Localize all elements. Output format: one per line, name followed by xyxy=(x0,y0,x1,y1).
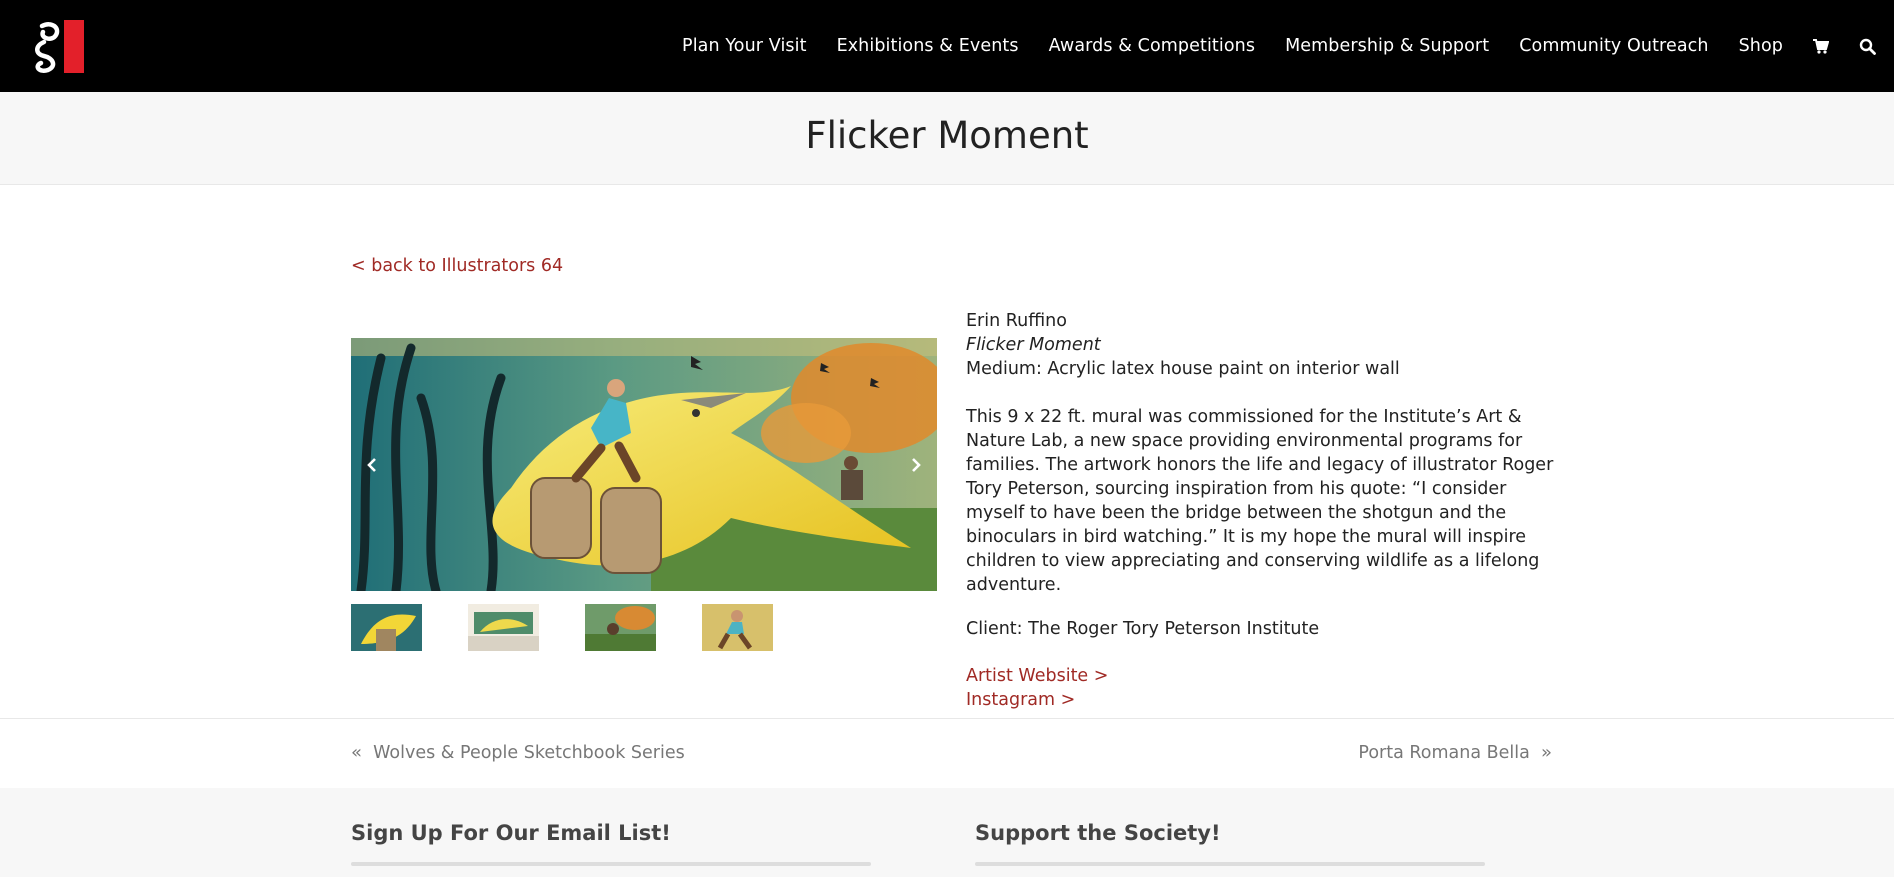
chevron-left-icon xyxy=(367,458,376,472)
society-logo[interactable] xyxy=(30,18,88,75)
instagram-link[interactable]: Instagram > xyxy=(966,690,1075,710)
back-link[interactable]: < back to Illustrators 64 xyxy=(351,256,563,276)
artwork-title: Flicker Moment xyxy=(966,335,1101,355)
email-list-heading: Sign Up For Our Email List! xyxy=(351,821,671,845)
next-post-label: Porta Romana Bella xyxy=(1358,742,1530,763)
artist-name: Erin Ruffino xyxy=(966,311,1067,331)
thumbnail-strip xyxy=(351,604,819,651)
nav-item-shop[interactable]: Shop xyxy=(1739,36,1783,56)
post-navigation: « Wolves & People Sketchbook Series Port… xyxy=(0,718,1894,789)
thumbnail-3[interactable] xyxy=(585,604,656,651)
artwork-description: This 9 x 22 ft. mural was commissioned f… xyxy=(966,407,1554,595)
thumbnail-4[interactable] xyxy=(702,604,773,651)
thumbnail-1[interactable] xyxy=(351,604,422,651)
footer-text-cutoff xyxy=(351,862,871,866)
search-icon[interactable] xyxy=(1859,38,1876,55)
next-post-link[interactable]: Porta Romana Bella » xyxy=(1358,742,1552,763)
site-footer: Sign Up For Our Email List! Support the … xyxy=(0,788,1894,877)
artwork-client: Client: The Roger Tory Peterson Institut… xyxy=(966,619,1320,639)
thumbnail-2[interactable] xyxy=(468,604,539,651)
artwork-slider[interactable] xyxy=(351,338,937,591)
artwork-medium: Medium: Acrylic latex house paint on int… xyxy=(966,359,1400,379)
main-nav: Plan Your Visit Exhibitions & Events Awa… xyxy=(682,0,1894,92)
chevron-right-icon xyxy=(912,458,921,472)
nav-item-awards-competitions[interactable]: Awards & Competitions xyxy=(1049,36,1256,56)
artwork-image xyxy=(351,338,937,591)
slider-next-arrow[interactable] xyxy=(899,448,933,482)
page-title-bar: Flicker Moment xyxy=(0,92,1894,185)
artist-website-link[interactable]: Artist Website > xyxy=(966,666,1108,686)
double-chevron-left-icon: « xyxy=(351,742,363,763)
nav-item-plan-your-visit[interactable]: Plan Your Visit xyxy=(682,36,807,56)
support-heading: Support the Society! xyxy=(975,821,1221,845)
nav-item-membership-support[interactable]: Membership & Support xyxy=(1285,36,1489,56)
artwork-details: Erin Ruffino Flicker Moment Medium: Acry… xyxy=(966,309,1556,712)
previous-post-link[interactable]: « Wolves & People Sketchbook Series xyxy=(351,742,685,763)
cart-icon[interactable] xyxy=(1813,38,1829,54)
double-chevron-right-icon: » xyxy=(1540,742,1552,763)
page-title: Flicker Moment xyxy=(805,114,1089,157)
slider-prev-arrow[interactable] xyxy=(355,448,389,482)
footer-text-cutoff xyxy=(975,862,1485,866)
previous-post-label: Wolves & People Sketchbook Series xyxy=(373,742,685,763)
site-header: Plan Your Visit Exhibitions & Events Awa… xyxy=(0,0,1894,92)
nav-item-exhibitions-events[interactable]: Exhibitions & Events xyxy=(837,36,1019,56)
nav-item-community-outreach[interactable]: Community Outreach xyxy=(1519,36,1708,56)
